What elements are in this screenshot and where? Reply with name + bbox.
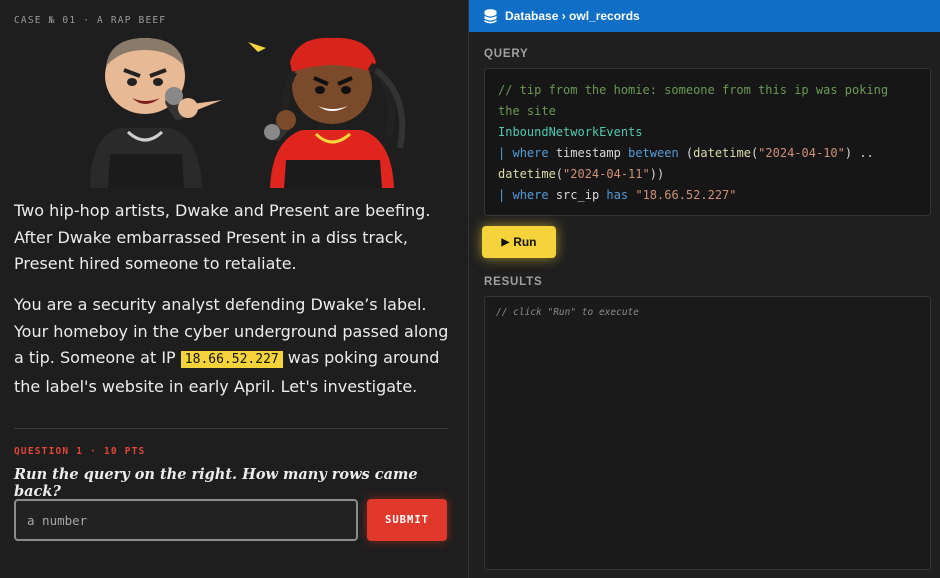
query-label: QUERY — [484, 48, 529, 60]
story-paragraph-1: Two hip-hop artists, Dwake and Present a… — [14, 201, 431, 273]
query-panel: Database › owl_records QUERY // tip from… — [468, 0, 940, 578]
ip-highlight: 18.66.52.227 — [180, 351, 283, 368]
database-breadcrumb: Database › owl_records — [505, 9, 640, 23]
code-punct: )) — [649, 167, 665, 181]
code-field: src_ip — [555, 188, 600, 202]
code-pipe: | — [498, 188, 506, 202]
code-function: datetime — [693, 146, 751, 160]
code-comment: // tip from the homie: someone from this… — [498, 83, 889, 118]
code-line-3: | where timestamp between (datetime("202… — [498, 143, 917, 164]
code-punct: ( — [555, 167, 564, 181]
database-header: Database › owl_records — [469, 0, 940, 32]
code-string: "18.66.52.227" — [635, 188, 737, 202]
case-label: CASE № 01 · A RAP BEEF — [14, 15, 167, 26]
question-text: Run the query on the right. How many row… — [14, 466, 418, 500]
code-keyword: has — [606, 188, 629, 202]
dwake-figure — [90, 38, 222, 188]
code-table: InboundNetworkEvents — [498, 125, 643, 139]
database-icon — [484, 8, 497, 23]
run-label: Run — [513, 235, 537, 249]
question-label: QUESTION 1 · 10 PTS — [14, 446, 146, 457]
results-placeholder: // click "Run" to execute — [496, 307, 639, 318]
query-editor[interactable]: // tip from the homie: someone from this… — [484, 68, 931, 216]
code-line-2: InboundNetworkEvents — [498, 122, 917, 143]
code-line-4: datetime("2024-04-11")) — [498, 164, 917, 185]
results-panel: // click "Run" to execute — [484, 296, 931, 570]
story-panel: CASE № 01 · A RAP BEEF Two hip-hop artis… — [0, 0, 468, 578]
code-punct: ) .. — [844, 146, 874, 160]
code-keyword: between — [628, 146, 679, 160]
play-icon: ▶ — [501, 236, 510, 248]
rappers-illustration — [90, 37, 406, 188]
code-keyword: where — [512, 188, 549, 202]
code-field: timestamp — [555, 146, 621, 160]
code-string: "2024-04-10" — [758, 146, 845, 160]
divider — [14, 428, 448, 429]
code-pipe: | — [498, 146, 506, 160]
code-line-1: // tip from the homie: someone from this… — [498, 80, 917, 122]
run-button[interactable]: ▶ Run — [482, 226, 556, 258]
submit-button[interactable]: SUBMIT — [367, 499, 447, 541]
story-paragraph-2: You are a security analyst defending Dwa… — [14, 292, 454, 400]
code-keyword: where — [512, 146, 549, 160]
answer-input[interactable] — [14, 499, 358, 541]
code-line-5: | where src_ip has "18.66.52.227" — [498, 185, 917, 206]
code-function: datetime — [498, 167, 556, 181]
present-figure — [248, 37, 406, 188]
results-label: RESULTS — [484, 276, 543, 288]
code-string: "2024-04-11" — [563, 167, 650, 181]
